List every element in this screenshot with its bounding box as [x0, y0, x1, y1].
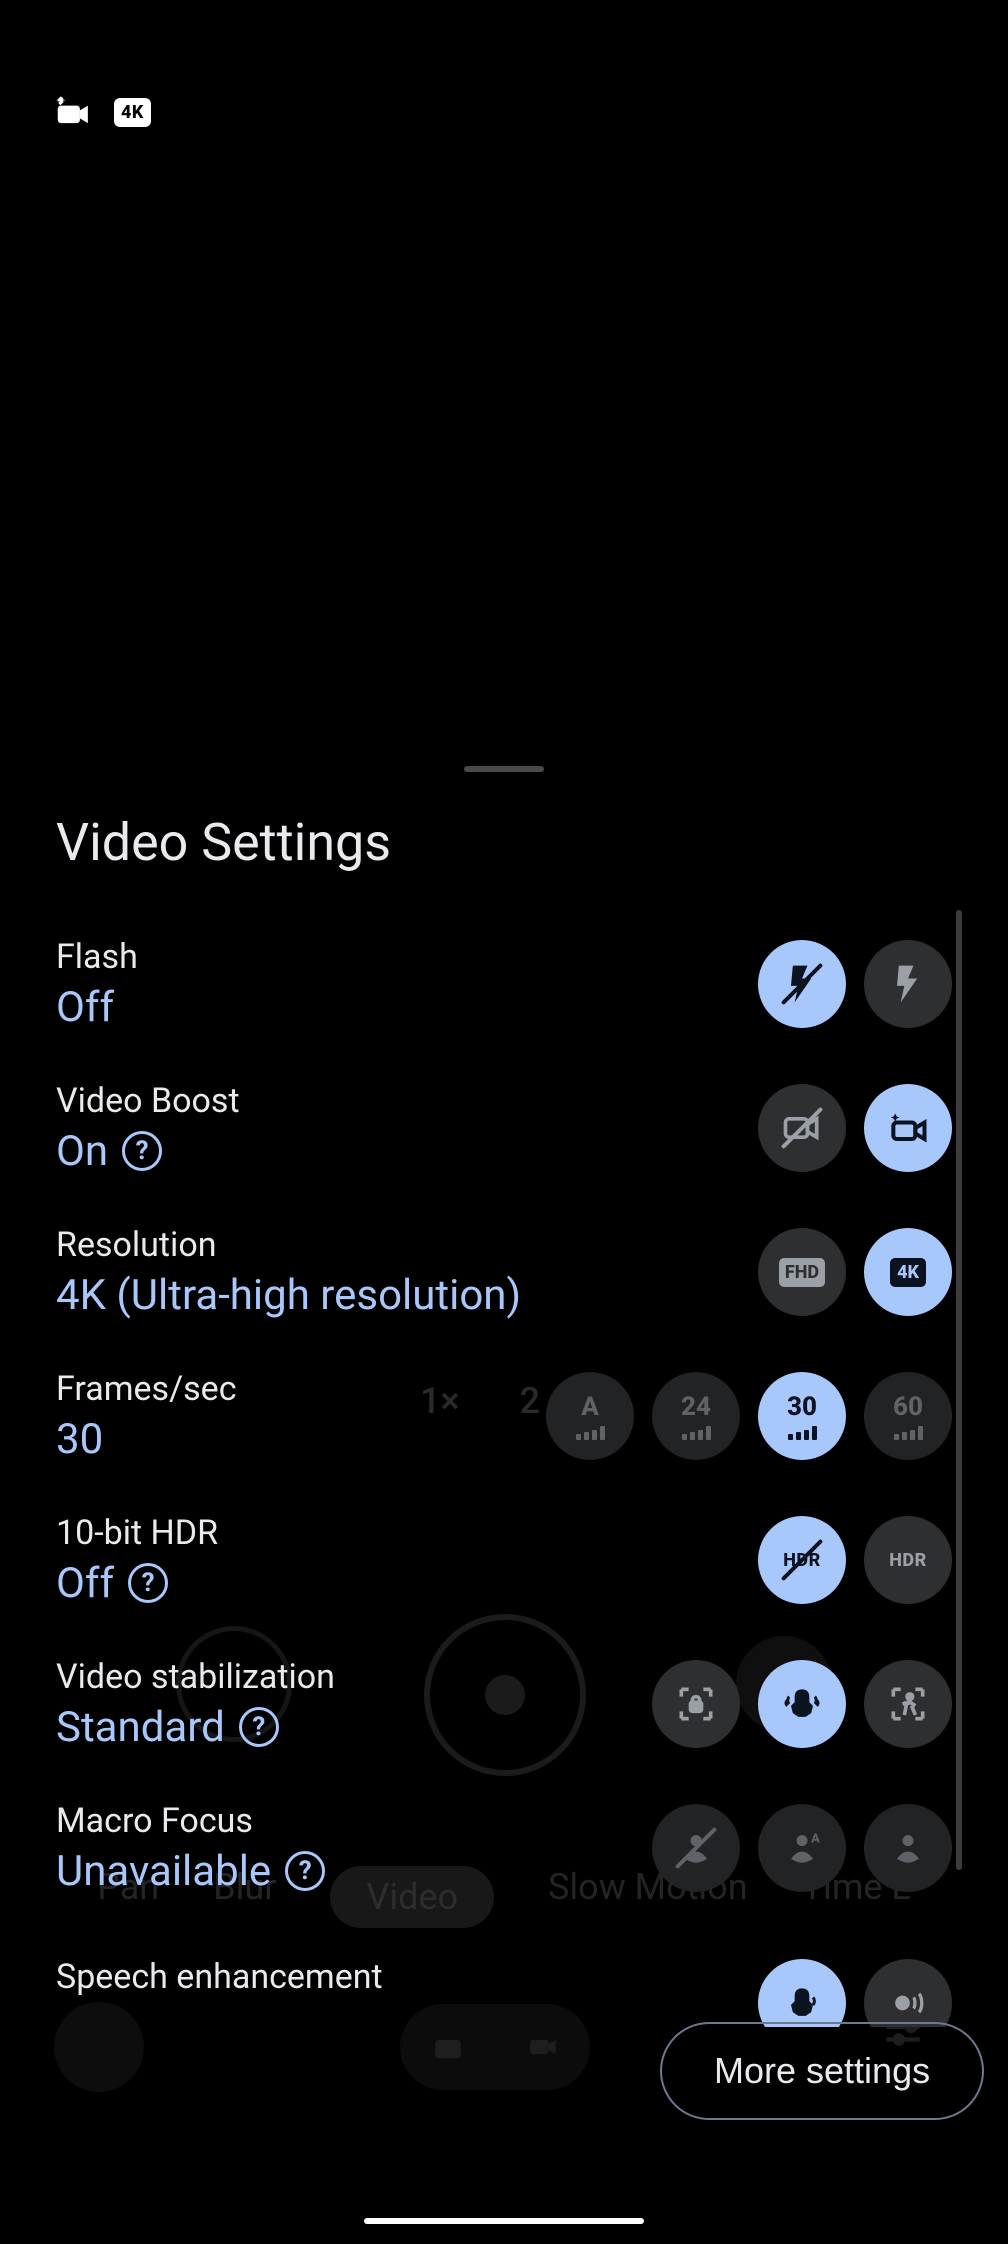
videoboost-value: On	[56, 1127, 108, 1176]
fps-label: Frames/sec	[56, 1369, 237, 1409]
macro-off-option[interactable]	[652, 1804, 740, 1892]
stab-value: Standard	[56, 1703, 225, 1752]
flash-off-option[interactable]	[758, 940, 846, 1028]
stab-active-option[interactable]	[864, 1660, 952, 1748]
hdr-help-icon[interactable]: ?	[128, 1563, 168, 1603]
fps-30-option[interactable]: 30	[758, 1372, 846, 1460]
stab-help-icon[interactable]: ?	[239, 1707, 279, 1747]
setting-row-resolution: Resolution 4K (Ultra-high resolution) FH…	[56, 1207, 952, 1337]
macro-on-option[interactable]	[864, 1804, 952, 1892]
videoboost-help-icon[interactable]: ?	[122, 1131, 162, 1171]
panel-title: Video Settings	[56, 812, 952, 873]
setting-row-flash: Flash Off	[56, 919, 952, 1049]
speech-label: Speech enhancement	[56, 1957, 383, 1997]
setting-row-fps: Frames/sec 30 A 24 30 60	[56, 1351, 952, 1481]
fps-60-option[interactable]: 60	[864, 1372, 952, 1460]
videoboost-off-option[interactable]	[758, 1084, 846, 1172]
stab-label: Video stabilization	[56, 1657, 335, 1697]
macro-auto-option[interactable]: A	[758, 1804, 846, 1892]
panel-drag-handle[interactable]	[464, 766, 544, 772]
setting-row-videoboost: Video Boost On ?	[56, 1063, 952, 1193]
fps-auto-label: A	[581, 1392, 599, 1422]
setting-row-hdr: 10-bit HDR Off ? HDR HDR	[56, 1495, 952, 1625]
flash-on-option[interactable]	[864, 940, 952, 1028]
resolution-label: Resolution	[56, 1225, 521, 1265]
setting-row-macro: Macro Focus Unavailable ? A	[56, 1783, 952, 1913]
speech-off-option[interactable]	[864, 1959, 952, 2027]
fps-24-label: 24	[681, 1392, 711, 1422]
macro-help-icon[interactable]: ?	[285, 1851, 325, 1891]
hdr-off-option[interactable]: HDR	[758, 1516, 846, 1604]
fps-24-option[interactable]: 24	[652, 1372, 740, 1460]
hdr-value: Off	[56, 1559, 114, 1608]
setting-row-stabilization: Video stabilization Standard ?	[56, 1639, 952, 1769]
resolution-fhd-option[interactable]: FHD	[758, 1228, 846, 1316]
hdr-on-label: HDR	[889, 1550, 927, 1571]
fps-60-label: 60	[893, 1392, 923, 1422]
fps-auto-option[interactable]: A	[546, 1372, 634, 1460]
speech-on-option[interactable]	[758, 1959, 846, 2027]
setting-row-speech: Speech enhancement	[56, 1927, 952, 2027]
macro-value: Unavailable	[56, 1847, 271, 1896]
fps-30-label: 30	[787, 1392, 817, 1422]
resolution-value: 4K (Ultra-high resolution)	[56, 1271, 521, 1320]
hdr-label: 10-bit HDR	[56, 1513, 218, 1553]
hdr-on-option[interactable]: HDR	[864, 1516, 952, 1604]
svg-text:A: A	[811, 1832, 820, 1847]
flash-value: Off	[56, 983, 114, 1032]
flash-label: Flash	[56, 937, 138, 977]
stab-locked-option[interactable]	[652, 1660, 740, 1748]
videoboost-label: Video Boost	[56, 1081, 240, 1121]
stab-standard-option[interactable]	[758, 1660, 846, 1748]
nav-bar-indicator[interactable]	[364, 2218, 644, 2224]
resolution-4k-option[interactable]: 4K	[864, 1228, 952, 1316]
fhd-badge: FHD	[779, 1258, 825, 1287]
4k-badge: 4K	[890, 1258, 926, 1287]
macro-label: Macro Focus	[56, 1801, 325, 1841]
videoboost-on-option[interactable]	[864, 1084, 952, 1172]
more-settings-button[interactable]: More settings	[660, 2022, 984, 2120]
fps-value: 30	[56, 1415, 103, 1464]
